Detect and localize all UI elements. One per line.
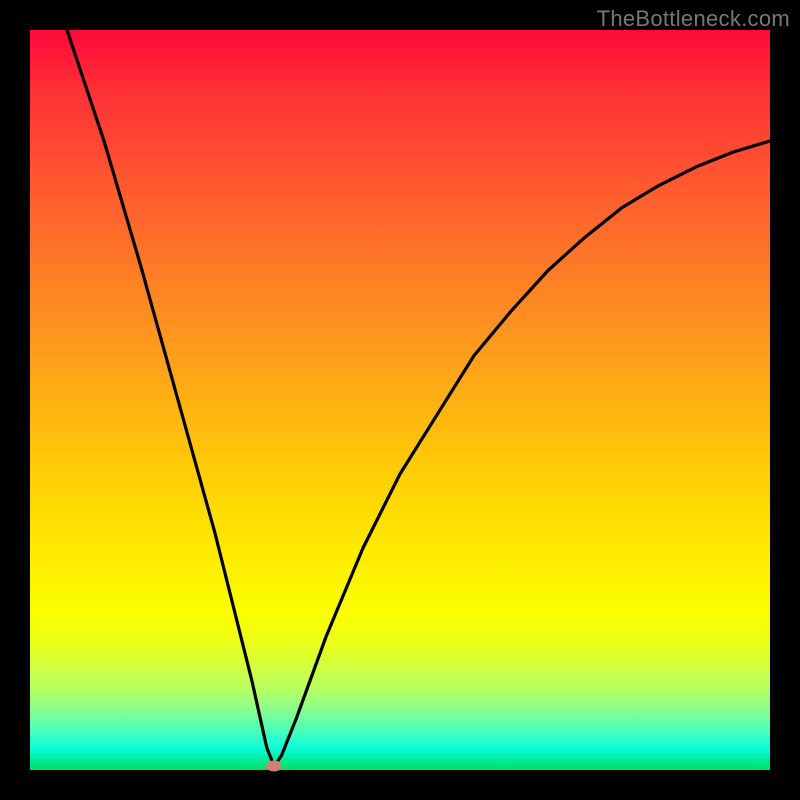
bottleneck-curve (30, 30, 770, 770)
minimum-marker (266, 761, 282, 772)
chart-plot-area (30, 30, 770, 770)
watermark-text: TheBottleneck.com (597, 6, 790, 32)
